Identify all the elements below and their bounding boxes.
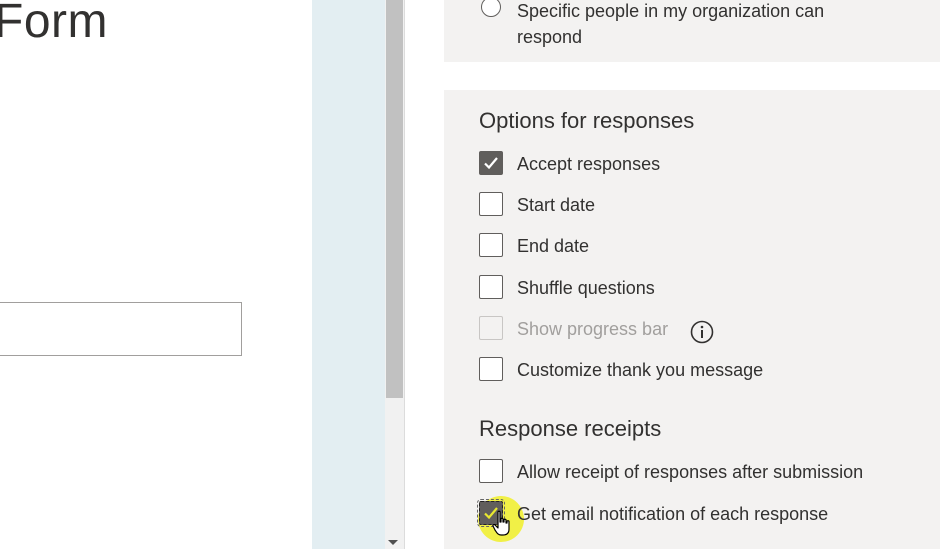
- scrollbar-thumb[interactable]: [386, 0, 403, 398]
- settings-panel-edge: [404, 0, 415, 549]
- customize-thank-you-checkbox[interactable]: [479, 357, 503, 381]
- end-date-checkbox[interactable]: [479, 233, 503, 257]
- end-date-label: End date: [517, 236, 590, 256]
- accept-responses-checkbox[interactable]: [479, 151, 503, 175]
- start-date-label: Start date: [517, 195, 596, 215]
- accept-responses-label: Accept responses: [517, 154, 661, 174]
- info-icon[interactable]: [690, 320, 714, 344]
- options-for-responses-title: Options for responses: [479, 108, 695, 133]
- specific-people-radio-label: Specific people in my organization can r…: [517, 1, 825, 47]
- start-date-checkbox[interactable]: [479, 192, 503, 216]
- hand-pointer-icon: [492, 510, 510, 536]
- allow-receipt-label: Allow receipt of responses after submiss…: [517, 462, 864, 482]
- scroll-down-arrow-icon[interactable]: [388, 540, 398, 545]
- show-progress-bar-label: Show progress bar: [517, 319, 669, 339]
- form-preview-pane: Form: [0, 0, 312, 549]
- form-text-field[interactable]: [0, 302, 242, 356]
- email-notification-label: Get email notification of each response: [517, 504, 829, 524]
- customize-thank-you-label: Customize thank you message: [517, 360, 764, 380]
- response-receipts-title: Response receipts: [479, 416, 662, 441]
- checkmark-icon: [484, 157, 498, 170]
- show-progress-bar-checkbox: [479, 316, 503, 340]
- shuffle-questions-label: Shuffle questions: [517, 278, 655, 298]
- allow-receipt-checkbox[interactable]: [479, 459, 503, 483]
- pane-divider: [312, 0, 385, 549]
- form-title: Form: [0, 0, 108, 48]
- shuffle-questions-checkbox[interactable]: [479, 275, 503, 299]
